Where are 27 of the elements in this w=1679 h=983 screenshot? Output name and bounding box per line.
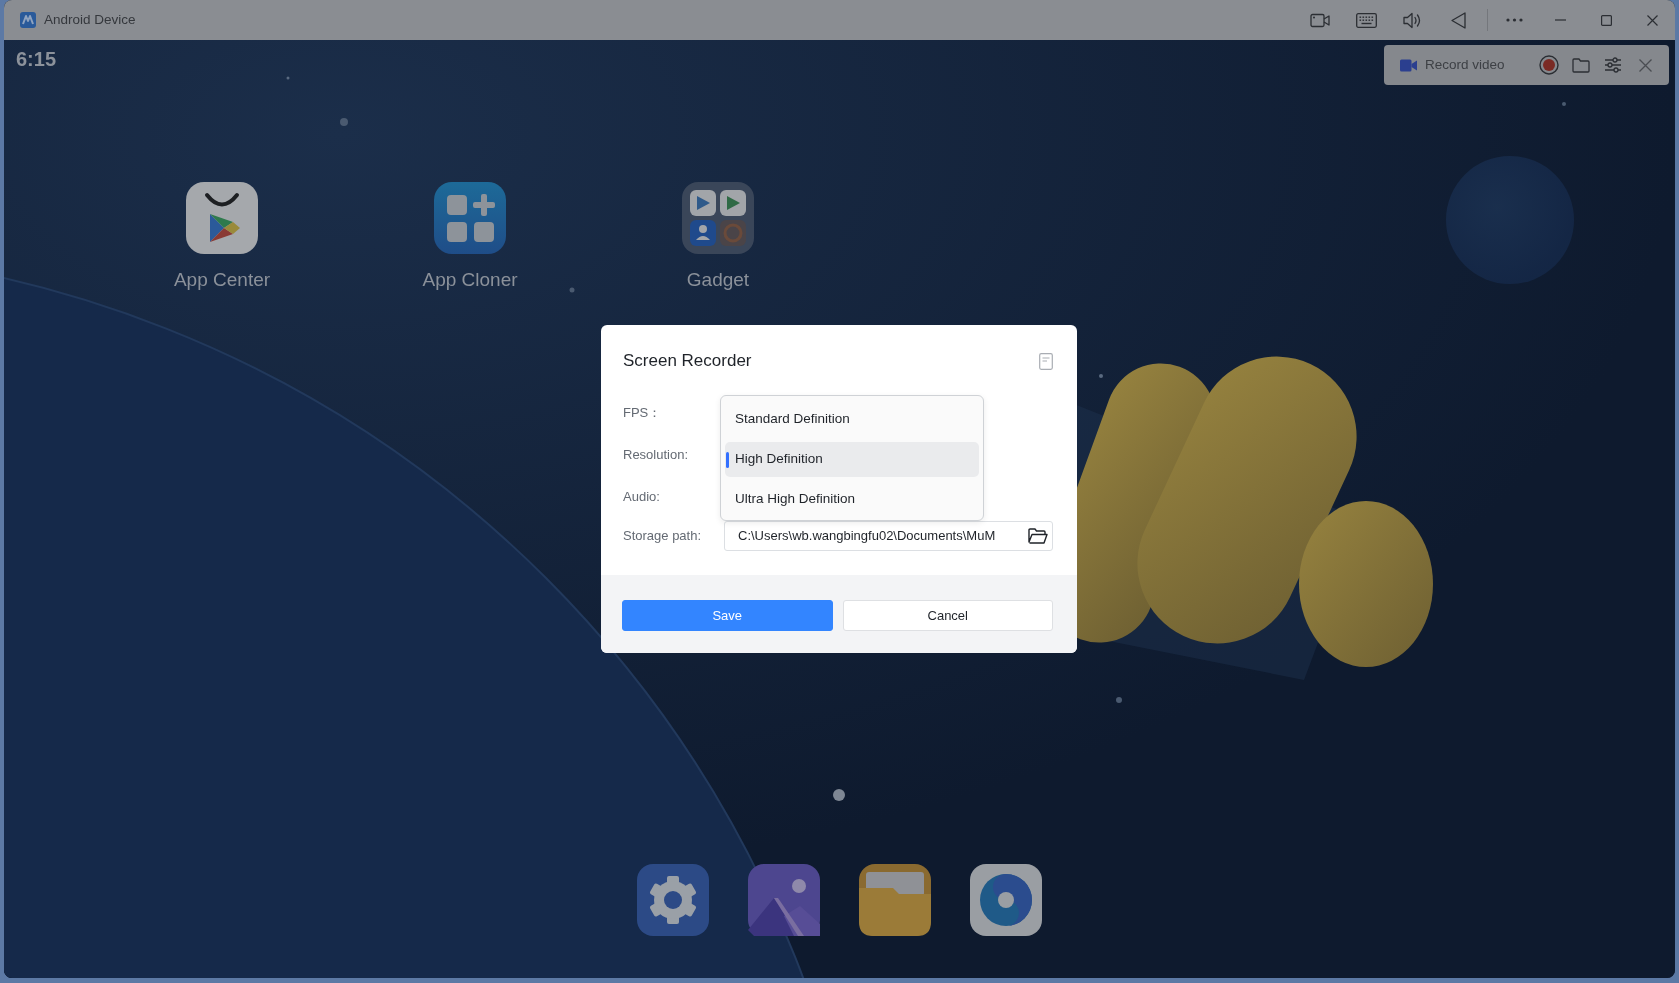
app-folder-icon[interactable]: [682, 182, 754, 254]
video-camera-icon[interactable]: [1400, 58, 1417, 72]
field-label: Audio:: [623, 488, 661, 507]
status-time: 6:15: [16, 47, 57, 72]
save-button[interactable]: Save: [622, 600, 833, 631]
dropdown-option[interactable]: Ultra High Definition: [725, 482, 979, 517]
window-title: Android Device: [44, 10, 136, 29]
picture-icon[interactable]: [748, 864, 820, 936]
cancel-button[interactable]: Cancel: [842, 600, 1053, 631]
ring-icon[interactable]: [970, 864, 1042, 936]
play-bag-icon[interactable]: [186, 182, 258, 254]
field-label: Resolution:: [623, 446, 690, 465]
app-logo-icon: [20, 12, 36, 28]
app-label[interactable]: Gadget: [686, 268, 750, 292]
app-label[interactable]: App Center: [173, 268, 271, 292]
dialog-title: Screen Recorder: [623, 350, 752, 372]
app-label[interactable]: App Cloner: [422, 268, 518, 292]
gear-icon[interactable]: [637, 864, 709, 936]
field-label: Storage path:: [623, 527, 703, 546]
field-label: FPS：: [623, 404, 663, 423]
dropdown-option[interactable]: Standard Definition: [725, 402, 979, 437]
folder-icon[interactable]: [1028, 528, 1048, 544]
grid-plus-icon[interactable]: [434, 182, 506, 254]
storage-path-field[interactable]: C:\Users\wb.wangbingfu02\Documents\MuM: [724, 521, 1053, 551]
record-video-label: Record video: [1425, 55, 1505, 74]
document-icon[interactable]: [1039, 352, 1053, 370]
dropdown-option[interactable]: High Definition: [725, 442, 979, 477]
